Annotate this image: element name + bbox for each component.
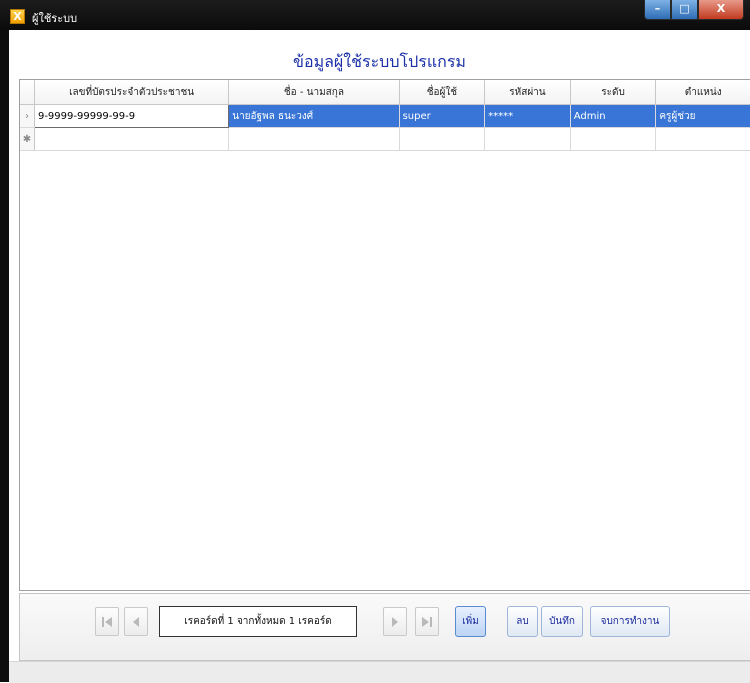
full-name-cell[interactable]: นายอัฐพล ธนะวงศ์ (228, 104, 400, 128)
column-header-password[interactable]: รหัสผ่าน (484, 80, 571, 105)
new-row-cell[interactable] (484, 127, 571, 151)
column-header-level[interactable]: ระดับ (570, 80, 657, 105)
save-button[interactable]: บันทึก (541, 606, 583, 637)
users-data-grid[interactable]: เลขที่บัตรประจำตัวประชาชน ชื่อ - นามสกุล… (19, 79, 750, 591)
column-header-id-card[interactable]: เลขที่บัตรประจำตัวประชาชน (34, 80, 230, 105)
position-cell[interactable]: ครูผู้ช่วย (655, 104, 750, 128)
window-border (0, 30, 9, 682)
record-position-label: เรคอร์ดที่ 1 จากทั้งหมด 1 เรคอร์ด (159, 606, 357, 637)
app-icon: X (10, 9, 25, 24)
username-cell[interactable]: super (399, 104, 486, 128)
last-record-icon (422, 617, 432, 627)
new-row-cell[interactable] (228, 127, 400, 151)
new-row-cell[interactable] (34, 127, 230, 151)
window-controls: – □ X (644, 0, 744, 22)
current-row-indicator: › (20, 104, 35, 128)
column-header-position[interactable]: ตำแหน่ง (655, 80, 750, 105)
next-record-icon (392, 617, 398, 627)
users-table: เลขที่บัตรประจำตัวประชาชน ชื่อ - นามสกุล… (20, 80, 750, 151)
first-record-icon (102, 617, 112, 627)
new-row-cell[interactable] (655, 127, 750, 151)
add-button[interactable]: เพิ่ม (455, 606, 486, 637)
column-header-username[interactable]: ชื่อผู้ใช้ (399, 80, 486, 105)
header-row: เลขที่บัตรประจำตัวประชาชน ชื่อ - นามสกุล… (20, 80, 750, 105)
last-record-button[interactable] (415, 607, 439, 636)
close-button[interactable]: X (698, 0, 744, 20)
delete-button[interactable]: ลบ (507, 606, 538, 637)
exit-button[interactable]: จบการทำงาน (590, 606, 670, 637)
new-row-cell[interactable] (399, 127, 486, 151)
column-header-full-name[interactable]: ชื่อ - นามสกุล (228, 80, 400, 105)
prev-record-icon (133, 617, 139, 627)
window-title: ผู้ใช้ระบบ (32, 12, 78, 25)
prev-record-button[interactable] (124, 607, 148, 636)
new-row[interactable]: ✱ (20, 127, 750, 151)
level-cell[interactable]: Admin (570, 104, 657, 128)
title-bar[interactable]: X ผู้ใช้ระบบ – □ X (0, 0, 750, 30)
minimize-button[interactable]: – (644, 0, 671, 20)
new-row-indicator: ✱ (20, 127, 35, 151)
id-card-cell[interactable]: 9-9999-99999-99-9 (33, 104, 230, 128)
row-header-corner (20, 80, 35, 105)
password-cell[interactable]: ***** (484, 104, 571, 128)
next-record-button[interactable] (383, 607, 407, 636)
table-row[interactable]: › 9-9999-99999-99-9 นายอัฐพล ธนะวงศ์ sup… (20, 104, 750, 128)
maximize-button[interactable]: □ (671, 0, 698, 20)
new-row-cell[interactable] (570, 127, 657, 151)
app-window: X ผู้ใช้ระบบ – □ X ข้อมูลผู้ใช้ระบบโปรแก… (0, 0, 750, 683)
first-record-button[interactable] (95, 607, 119, 636)
page-title: ข้อมูลผู้ใช้ระบบโปรแกรม (293, 52, 466, 71)
status-bar (9, 661, 750, 683)
